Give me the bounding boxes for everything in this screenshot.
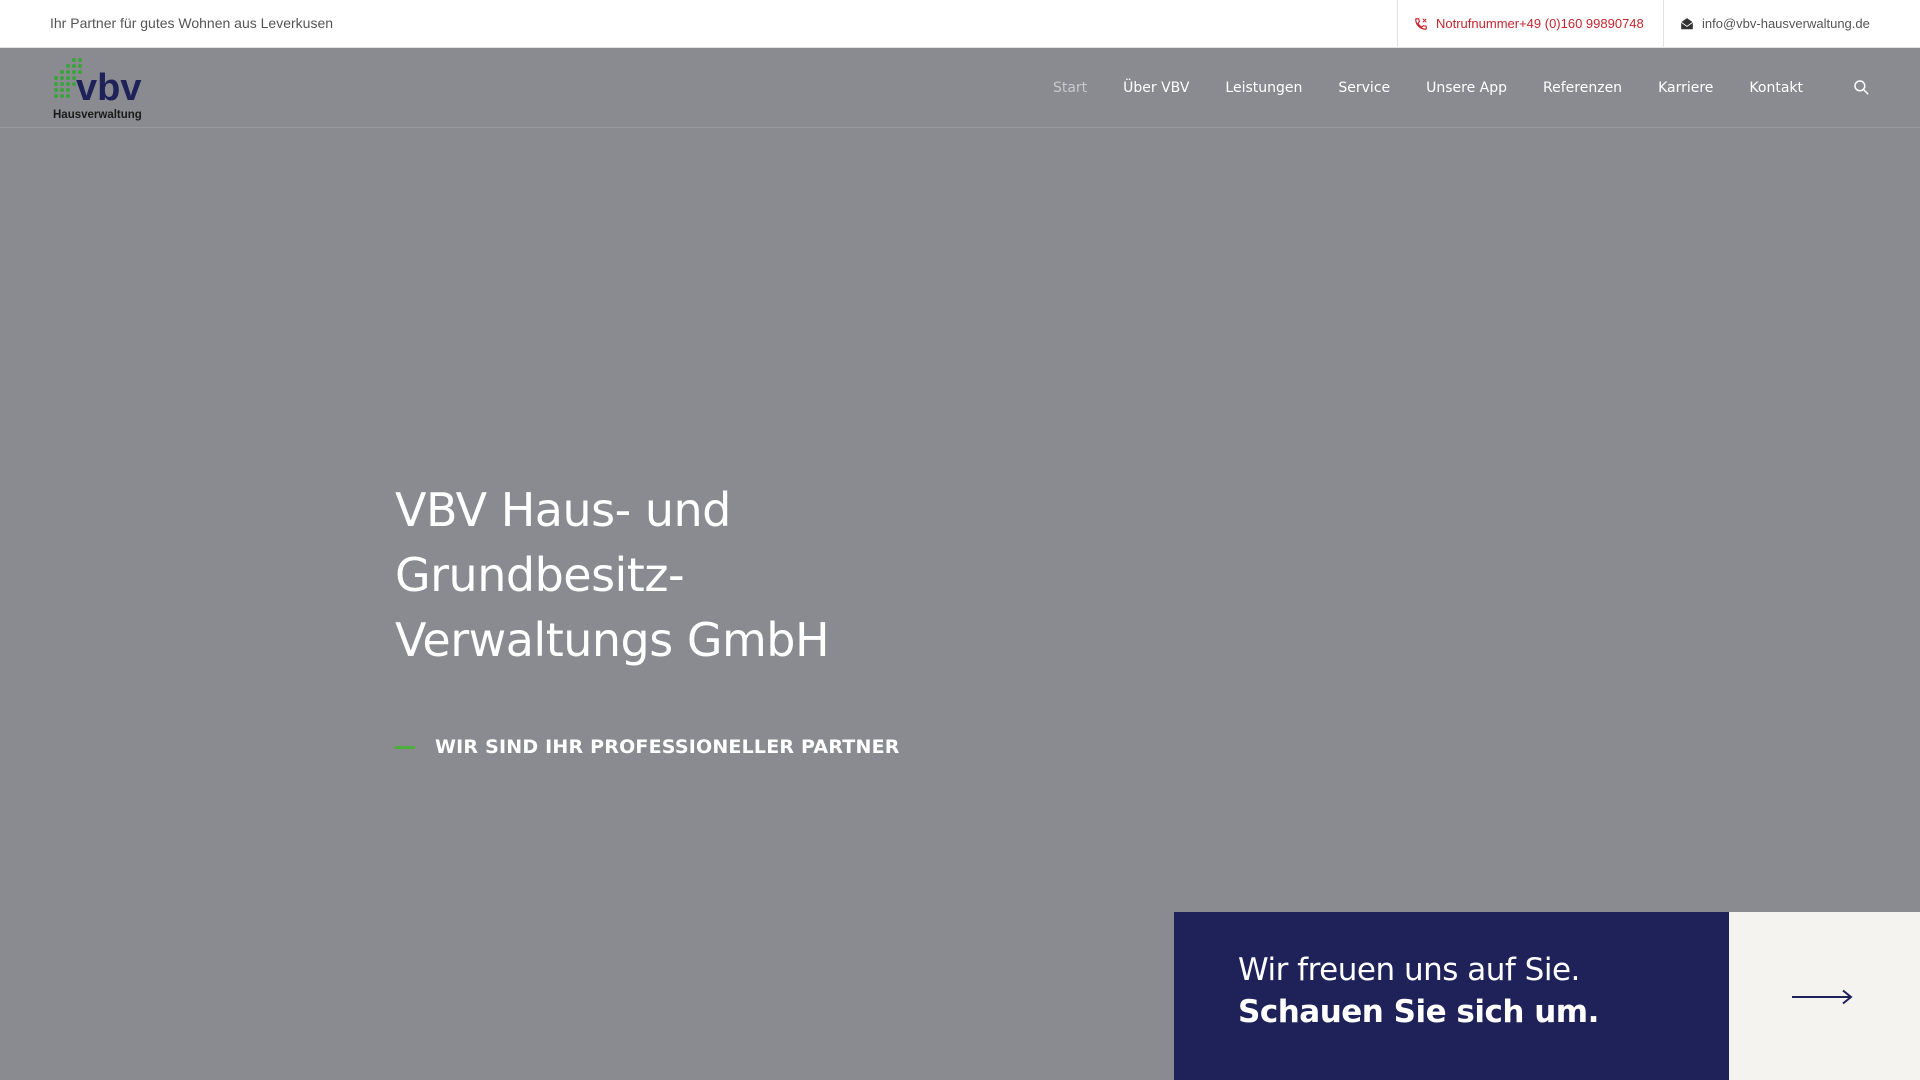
emergency-phone-text: Notrufnummer+49 (0)160 99890748 bbox=[1436, 16, 1644, 31]
nav-item-karriere[interactable]: Karriere bbox=[1658, 80, 1713, 96]
nav-item-kontakt[interactable]: Kontakt bbox=[1749, 80, 1803, 96]
cta-box: Wir freuen uns auf Sie. Schauen Sie sich… bbox=[1174, 912, 1729, 1080]
emergency-phone-link[interactable]: Notrufnummer+49 (0)160 99890748 bbox=[1397, 0, 1663, 47]
tagline: Ihr Partner für gutes Wohnen aus Leverku… bbox=[50, 15, 334, 31]
arrow-right-icon bbox=[1792, 989, 1853, 1005]
hero-subtitle-text: WIR SIND IHR PROFESSIONELLER PARTNER bbox=[435, 736, 900, 758]
nav-item-start[interactable]: Start bbox=[1053, 80, 1087, 96]
logo-text: vbv bbox=[76, 67, 141, 109]
hero-title-line: VBV Haus- und bbox=[395, 483, 731, 537]
nav-item-unsere-app[interactable]: Unsere App bbox=[1426, 80, 1507, 96]
email-link[interactable]: info@vbv-hausverwaltung.de bbox=[1663, 0, 1920, 47]
cta-line2: Schauen Sie sich um. bbox=[1238, 994, 1599, 1030]
logo-graphic: vbv Hausverwaltung bbox=[53, 58, 142, 121]
accent-dash bbox=[395, 745, 415, 749]
nav-item-ueber-vbv[interactable]: Über VBV bbox=[1123, 80, 1189, 96]
top-bar: Ihr Partner für gutes Wohnen aus Leverku… bbox=[0, 0, 1920, 48]
main-nav: Start Über VBV Leistungen Service Unsere… bbox=[1017, 48, 1803, 128]
mail-icon bbox=[1680, 17, 1694, 29]
hero-subtitle: WIR SIND IHR PROFESSIONELLER PARTNER bbox=[395, 736, 900, 758]
hero-title: VBV Haus- und Grundbesitz- Verwaltungs G… bbox=[395, 478, 955, 673]
email-text: info@vbv-hausverwaltung.de bbox=[1702, 16, 1870, 31]
phone-icon bbox=[1415, 17, 1427, 30]
hero-title-line: Grundbesitz- bbox=[395, 548, 685, 602]
vbv-logo[interactable]: vbv Hausverwaltung bbox=[50, 56, 150, 122]
cta-line1: Wir freuen uns auf Sie. bbox=[1238, 952, 1580, 988]
search-icon bbox=[1854, 80, 1869, 95]
cta-arrow-button[interactable] bbox=[1729, 912, 1920, 1080]
hero-title-line: Verwaltungs GmbH bbox=[395, 613, 830, 667]
nav-item-referenzen[interactable]: Referenzen bbox=[1543, 80, 1622, 96]
nav-item-service[interactable]: Service bbox=[1338, 80, 1390, 96]
nav-item-leistungen[interactable]: Leistungen bbox=[1225, 80, 1302, 96]
logo-subtext: Hausverwaltung bbox=[53, 109, 142, 121]
search-button[interactable] bbox=[1852, 78, 1872, 98]
main-header: vbv Hausverwaltung Start Über VBV Leistu… bbox=[0, 48, 1920, 128]
